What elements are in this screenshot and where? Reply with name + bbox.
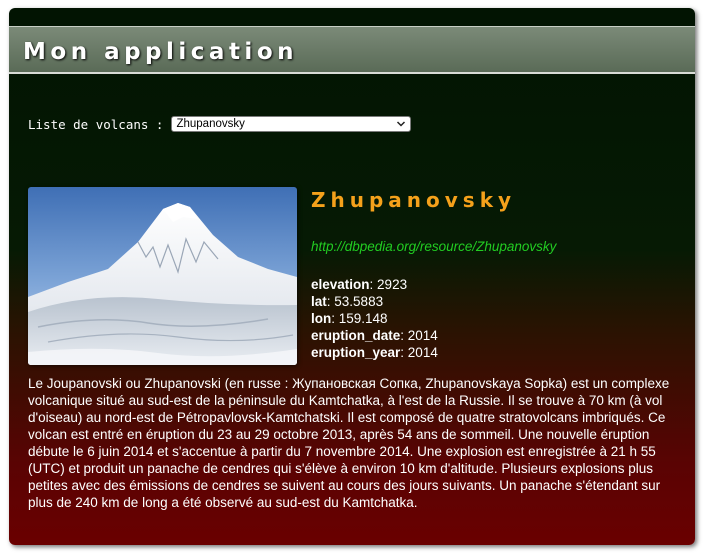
volcano-select-value: Zhupanovsky <box>176 118 245 130</box>
app-panel: Mon application Liste de volcans : Zhupa… <box>9 8 695 545</box>
volcano-name-heading: Zhupanovsky <box>311 188 517 212</box>
property-row: eruption_year: 2014 <box>311 345 438 360</box>
volcano-description: Le Joupanovski ou Zhupanovski (en russe … <box>28 376 670 510</box>
volcano-properties: elevation: 2923 lat: 53.5883 lon: 159.14… <box>311 276 438 361</box>
property-value: 2014 <box>407 328 438 343</box>
property-key: eruption_date <box>311 328 401 343</box>
property-value: 2014 <box>407 345 438 360</box>
dbpedia-resource-link[interactable]: http://dbpedia.org/resource/Zhupanovsky <box>311 239 556 254</box>
property-value: 159.148 <box>338 311 388 326</box>
volcano-select-label: Liste de volcans : <box>28 116 164 132</box>
property-row: lat: 53.5883 <box>311 294 384 309</box>
property-row: elevation: 2923 <box>311 277 408 292</box>
volcano-image <box>28 187 297 365</box>
property-value: 53.5883 <box>334 294 384 309</box>
volcano-photo <box>28 187 297 365</box>
volcano-select[interactable]: Zhupanovsky <box>171 116 412 132</box>
app-title: Mon application <box>23 39 298 65</box>
property-key: lon <box>311 311 332 326</box>
property-row: lon: 159.148 <box>311 311 388 326</box>
volcano-selector-row: Liste de volcans : Zhupanovsky <box>28 116 412 132</box>
property-value: 2923 <box>377 277 408 292</box>
property-row: eruption_date: 2014 <box>311 328 438 343</box>
property-key: elevation <box>311 277 370 292</box>
property-key: lat <box>311 294 327 309</box>
title-bar: Mon application <box>9 26 695 74</box>
chevron-down-icon <box>397 121 406 127</box>
property-key: eruption_year <box>311 345 401 360</box>
